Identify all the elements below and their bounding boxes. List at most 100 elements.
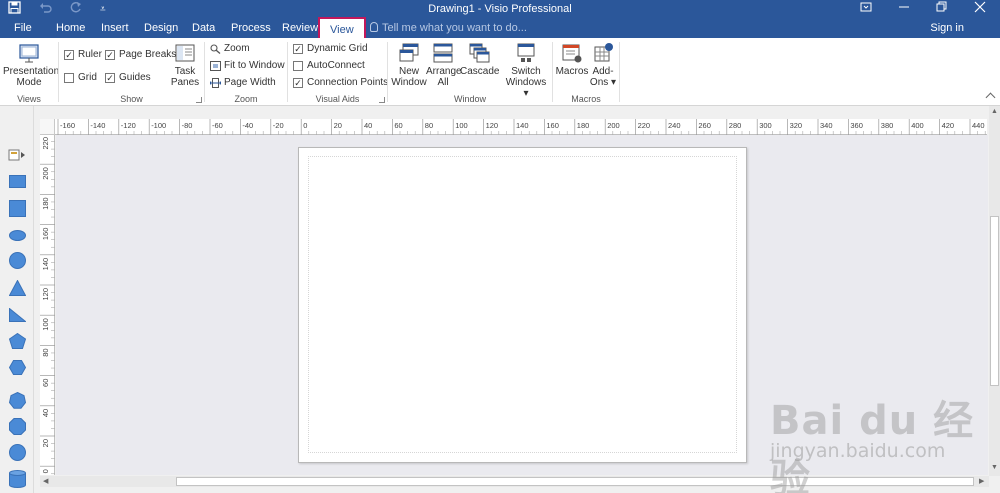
h-ruler-label: 220	[638, 121, 651, 130]
heptagon-shape[interactable]	[9, 392, 26, 409]
page-margin-guide	[308, 156, 737, 453]
h-ruler-label: -100	[151, 121, 166, 130]
v-ruler-label: 160	[41, 228, 50, 241]
close-icon[interactable]	[974, 0, 986, 18]
tab-design[interactable]: Design	[144, 22, 178, 34]
h-ruler-label: -140	[90, 121, 105, 130]
vertical-ruler-ticks: 220200180160140120100806040200	[40, 133, 55, 475]
scroll-left-icon[interactable]: ◀	[43, 477, 48, 485]
autoconnect-check-icon	[293, 60, 303, 71]
group-label-macros: Macros	[571, 94, 601, 104]
connection-points-checkbox[interactable]: ✓ Connection Points	[293, 77, 388, 88]
zoom-button[interactable]: Zoom	[210, 43, 250, 54]
h-ruler-label: 400	[911, 121, 924, 130]
hexagon-shape[interactable]	[9, 360, 26, 375]
work-area: -160 -140 -120 -100 -80 -60 -40 -20 0 20 40 60 80 100…	[0, 106, 1000, 493]
circle-shape[interactable]	[9, 252, 26, 269]
h-ruler-label: 340	[820, 121, 833, 130]
horizontal-ruler[interactable]: -160 -140 -120 -100 -80 -60 -40 -20 0 20 40 60 80 100…	[55, 119, 987, 135]
dynamic-grid-checkbox[interactable]: ✓ Dynamic Grid	[293, 43, 368, 54]
pentagon-shape[interactable]	[9, 333, 26, 349]
ruler-corner[interactable]	[40, 119, 55, 135]
can-shape[interactable]	[9, 470, 26, 488]
drawing-canvas[interactable]	[56, 135, 988, 475]
v-ruler-label: 80	[41, 348, 50, 356]
ruler-checkbox[interactable]: ✓ Ruler	[64, 49, 102, 60]
group-visual-aids: ✓ Dynamic Grid AutoConnect ✓ Connection Po…	[288, 38, 388, 106]
add-ons-button[interactable]: Add- Ons ▾	[589, 42, 617, 88]
restore-icon[interactable]	[936, 0, 948, 18]
vertical-scroll-thumb[interactable]	[990, 216, 999, 386]
triangle-shape[interactable]	[9, 280, 26, 296]
grid-label: Grid	[78, 72, 97, 83]
horizontal-ruler-ticks: -160 -140 -120 -100 -80 -60 -40 -20 0 20 40 60 80 100…	[57, 119, 986, 135]
vertical-scrollbar[interactable]: ▲ ▼	[989, 106, 1000, 476]
show-dialog-launcher-icon[interactable]	[196, 97, 202, 103]
tab-process[interactable]: Process	[231, 22, 271, 34]
group-label-window: Window	[453, 94, 486, 104]
ellipse-shape[interactable]	[9, 230, 26, 241]
h-ruler-label: -80	[182, 121, 193, 130]
tab-insert[interactable]: Insert	[101, 22, 129, 34]
tab-home[interactable]: Home	[56, 22, 85, 34]
connection-points-label: Connection Points	[307, 77, 389, 88]
vertical-ruler[interactable]: 220 200 180 160 140 120 100 80 60 40 20 0	[40, 133, 55, 475]
task-panes-button[interactable]: Task Panes	[170, 42, 200, 88]
cascade-button[interactable]: Cascade	[460, 42, 500, 77]
window-controls	[860, 0, 986, 18]
rectangle-shape[interactable]	[9, 175, 26, 188]
arrange-all-button[interactable]: Arrange All	[426, 42, 462, 88]
connection-points-check-icon: ✓	[293, 77, 303, 88]
minimize-icon[interactable]	[898, 0, 910, 18]
page-breaks-checkbox[interactable]: ✓ Page Breaks	[105, 49, 176, 60]
ribbon-display-icon[interactable]	[860, 0, 872, 18]
h-ruler-label: 280	[729, 121, 742, 130]
group-macros: Macros Add- Ons ▾ Macros	[553, 38, 619, 106]
h-ruler-label: 160	[546, 121, 559, 130]
sign-in-link[interactable]: Sign in	[930, 22, 964, 34]
add-ons-label-2: Ons ▾	[589, 77, 617, 88]
visual-aids-dialog-launcher-icon[interactable]	[379, 97, 385, 103]
tell-me-search[interactable]: Tell me what you want to do...	[370, 22, 527, 34]
fit-to-window-button[interactable]: Fit to Window	[210, 60, 285, 71]
presentation-label-2: Mode	[16, 77, 42, 88]
h-ruler-label: -120	[121, 121, 136, 130]
right-triangle-shape[interactable]	[9, 308, 26, 322]
switch-windows-button[interactable]: Switch Windows ▾	[504, 42, 548, 99]
square-shape[interactable]	[9, 200, 26, 217]
stencil-menu-icon[interactable]	[8, 148, 26, 162]
scroll-right-icon[interactable]: ▶	[979, 477, 984, 485]
magnifier-icon	[210, 43, 221, 54]
collapse-ribbon-icon[interactable]	[985, 92, 996, 103]
horizontal-scroll-thumb[interactable]	[176, 477, 974, 486]
page-width-button[interactable]: Page Width	[210, 77, 276, 88]
grid-checkbox[interactable]: Grid	[64, 72, 97, 83]
task-panes-label-2: Panes	[170, 77, 200, 88]
drawing-page[interactable]	[298, 147, 747, 463]
macros-button[interactable]: Macros	[555, 42, 589, 77]
group-views: Presentation Mode Views	[0, 38, 59, 106]
horizontal-scrollbar[interactable]: ◀ ▶	[40, 476, 989, 487]
scroll-down-icon[interactable]: ▼	[991, 464, 998, 471]
cascade-label: Cascade	[460, 66, 500, 77]
zoom-label: Zoom	[224, 43, 250, 54]
tab-data[interactable]: Data	[192, 22, 215, 34]
octagon-shape[interactable]	[9, 418, 26, 435]
decagon-shape[interactable]	[9, 444, 26, 461]
guides-checkbox[interactable]: ✓ Guides	[105, 72, 151, 83]
new-window-button[interactable]: New Window	[390, 42, 428, 88]
window-title: Drawing1 - Visio Professional	[428, 3, 572, 15]
page-breaks-check-icon: ✓	[105, 49, 115, 60]
autoconnect-checkbox[interactable]: AutoConnect	[293, 60, 365, 71]
presentation-icon	[18, 42, 40, 64]
tab-review[interactable]: Review	[282, 22, 318, 34]
title-bar: ⩡ Drawing1 - Visio Professional	[0, 0, 1000, 18]
ruler-check-icon: ✓	[64, 49, 74, 60]
v-ruler-label: 140	[41, 258, 50, 271]
h-ruler-label: 420	[942, 121, 955, 130]
tab-file[interactable]: File	[14, 22, 32, 34]
lightbulb-icon	[370, 22, 378, 32]
tab-view[interactable]: View	[318, 17, 366, 39]
scroll-up-icon[interactable]: ▲	[991, 108, 998, 115]
presentation-mode-button[interactable]: Presentation Mode	[3, 42, 59, 88]
